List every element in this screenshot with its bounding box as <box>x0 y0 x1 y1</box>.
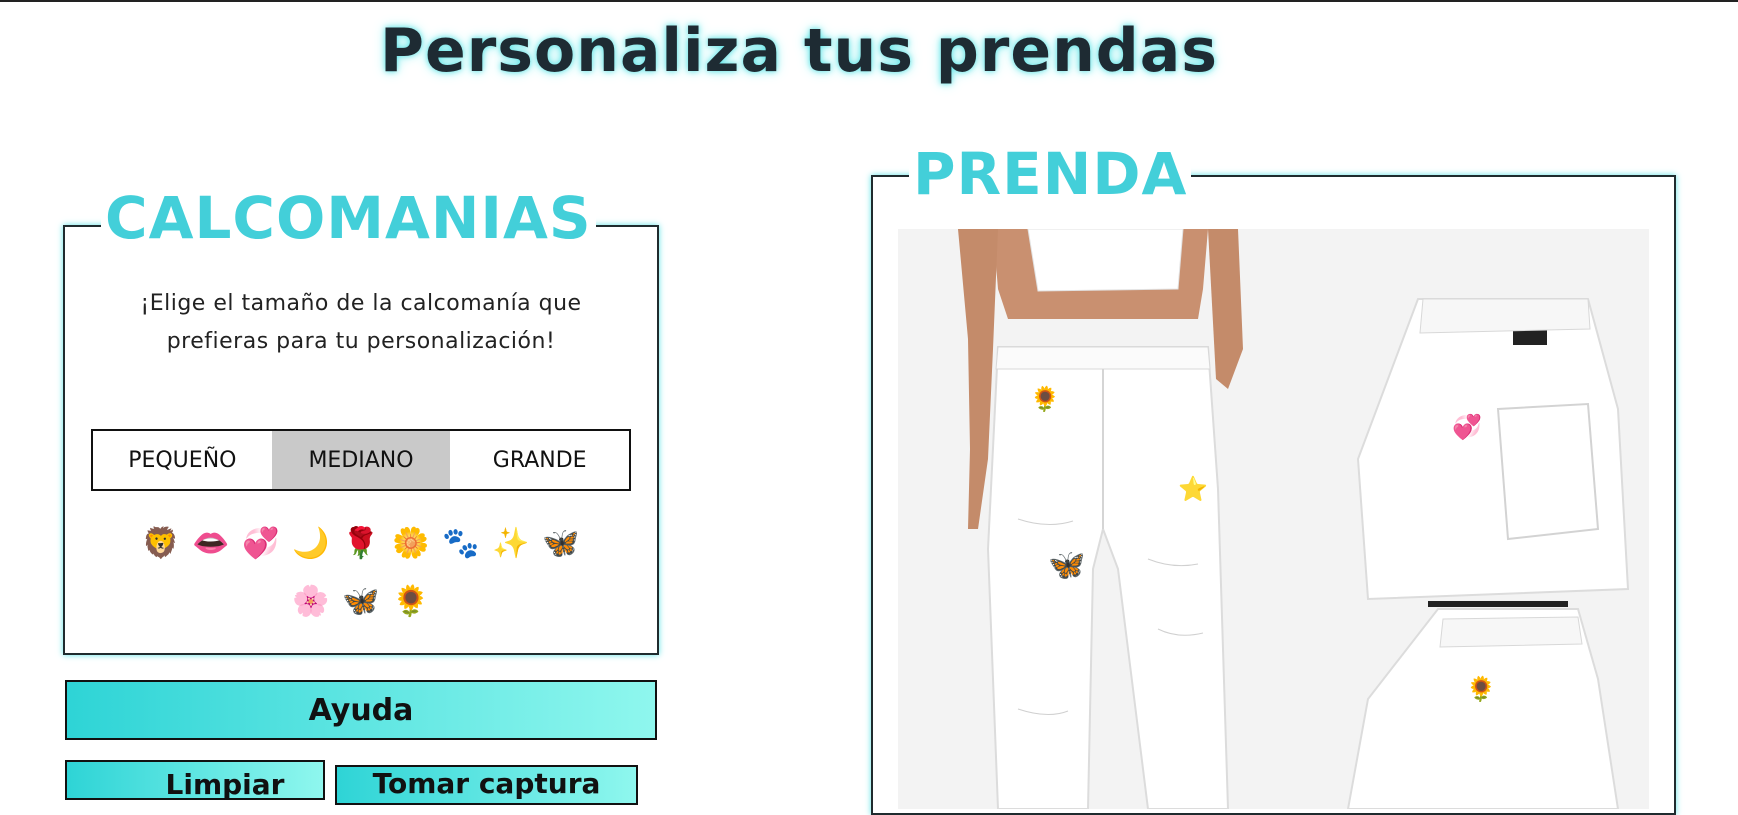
page-title: Personaliza tus prendas <box>380 16 1218 86</box>
rose-icon[interactable]: 🌹 <box>342 525 380 563</box>
lion-icon[interactable]: 🦁 <box>142 525 180 563</box>
stickers-panel: CALCOMANIAS ¡Elige el tamaño de la calco… <box>63 189 659 655</box>
garment-image[interactable]: 🌻 ⭐ 🦋 💞 🌻 <box>898 229 1649 809</box>
help-button[interactable]: Ayuda <box>65 680 657 740</box>
heart-icon[interactable]: 💞 <box>242 525 280 563</box>
sunflower-icon[interactable]: 🌻 <box>392 583 430 621</box>
size-selector: PEQUEÑO MEDIANO GRANDE <box>91 429 631 491</box>
lips-icon[interactable]: 👄 <box>192 525 230 563</box>
moon-icon[interactable]: 🌙 <box>292 525 330 563</box>
applied-sunflower-icon[interactable]: 🌻 <box>1030 387 1060 411</box>
top-border <box>0 0 1738 2</box>
applied-butterfly-icon[interactable]: 🦋 <box>1048 551 1085 581</box>
applied-sunflower-icon[interactable]: 🌻 <box>1466 677 1496 701</box>
pink-butterfly-icon[interactable]: 🦋 <box>342 583 380 621</box>
clear-button[interactable]: Limpiar <box>65 760 325 801</box>
size-large-button[interactable]: GRANDE <box>450 431 629 489</box>
applied-star-icon[interactable]: ⭐ <box>1178 477 1208 501</box>
sticker-row: 🌸 🦋 🌻 <box>65 583 657 621</box>
paw-icon[interactable]: 🐾 <box>442 525 480 563</box>
garment-panel-title: PRENDA <box>909 145 1192 203</box>
star-icon[interactable]: ✨ <box>492 525 530 563</box>
jeans-illustration <box>898 229 1649 809</box>
size-small-button[interactable]: PEQUEÑO <box>93 431 272 489</box>
size-instructions: ¡Elige el tamaño de la calcomanía que pr… <box>140 291 582 354</box>
size-medium-button[interactable]: MEDIANO <box>271 431 451 489</box>
stickers-panel-title: CALCOMANIAS <box>101 189 596 247</box>
daisy-icon[interactable]: 🌼 <box>392 525 430 563</box>
applied-heart-icon[interactable]: 💞 <box>1452 415 1482 439</box>
capture-button[interactable]: Tomar captura <box>335 765 638 805</box>
sticker-row: 🦁 👄 💞 🌙 🌹 🌼 🐾 ✨ 🦋 <box>65 525 657 563</box>
butterfly-icon[interactable]: 🦋 <box>542 525 580 563</box>
cherry-blossom-icon[interactable]: 🌸 <box>292 583 330 621</box>
garment-panel: PRENDA 🌻 ⭐ 🦋 💞 🌻 <box>871 145 1676 815</box>
